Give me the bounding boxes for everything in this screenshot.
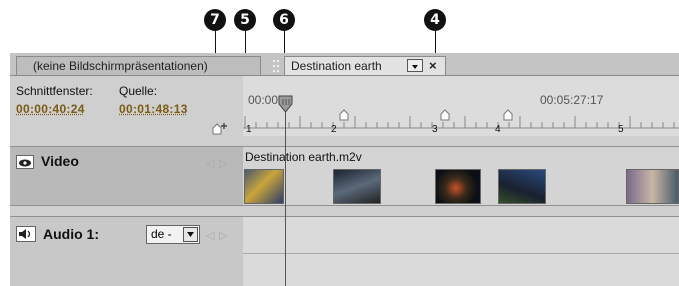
audio-track-header: Audio 1: de - ◁ ▷ xyxy=(10,216,243,286)
panel-grip-icon[interactable] xyxy=(272,59,280,73)
language-dropdown-button[interactable] xyxy=(183,227,198,242)
add-chapter-marker-button[interactable] xyxy=(210,120,230,136)
callout-5: 5 xyxy=(234,9,256,31)
speaker-icon[interactable] xyxy=(16,226,36,242)
tab-close-icon[interactable]: × xyxy=(429,57,437,75)
audio-lane-divider xyxy=(243,253,679,254)
tab-strip: (keine Bildschirmpräsentationen) Destina… xyxy=(10,53,679,76)
callout-4: 4 xyxy=(424,9,446,31)
track-header-panel: Schnittfenster: Quelle: 00:00:40:24 00:0… xyxy=(10,76,243,286)
tab-slideshows[interactable]: (keine Bildschirmpräsentationen) xyxy=(16,56,261,75)
tab-dropdown-button[interactable] xyxy=(407,59,423,72)
video-prev-icon[interactable]: ◁ xyxy=(206,157,214,170)
video-thumbnail-5 xyxy=(626,169,679,204)
video-track-name: Video xyxy=(41,153,79,169)
monitor-label: Schnittfenster: xyxy=(16,84,93,98)
video-track-header: Video ◁ ▷ xyxy=(10,146,243,206)
audio-language-value: de - xyxy=(151,227,172,241)
chapter-marker-plus-icon xyxy=(212,123,227,135)
video-track-lane: Destination earth.m2v xyxy=(243,146,679,206)
audio-track-name: Audio 1: xyxy=(43,226,99,242)
audio-language-select[interactable]: de - xyxy=(146,225,200,244)
video-thumbnail-2 xyxy=(333,169,381,204)
tab-destination-earth[interactable]: Destination earth × xyxy=(284,56,446,75)
monitor-timecode[interactable]: 00:00:40:24 xyxy=(16,102,85,116)
timeline-panel: (keine Bildschirmpräsentationen) Destina… xyxy=(10,53,679,286)
audio-prev-icon[interactable]: ◁ xyxy=(206,229,214,242)
callout-6: 6 xyxy=(273,9,295,31)
chevron-down-icon xyxy=(187,232,194,237)
tab-destination-earth-label: Destination earth xyxy=(291,59,382,73)
tab-slideshows-label: (keine Bildschirmpräsentationen) xyxy=(33,59,208,73)
chevron-down-icon xyxy=(412,65,418,69)
source-label: Quelle: xyxy=(119,84,158,98)
video-clip-name[interactable]: Destination earth.m2v xyxy=(245,150,362,164)
playhead-line xyxy=(285,96,286,286)
playhead-handle[interactable] xyxy=(278,95,293,113)
time-ruler[interactable]: 00:00 00:05:27:17 1 2 3 4 5 xyxy=(243,76,679,136)
audio-track-lane xyxy=(243,216,679,286)
timeline-area: 00:00 00:05:27:17 1 2 3 4 5 Destination … xyxy=(243,76,679,286)
video-thumbnail-4 xyxy=(498,169,546,204)
playhead-icon xyxy=(278,95,293,113)
source-timecode[interactable]: 00:01:48:13 xyxy=(119,102,188,116)
video-thumbnail-1 xyxy=(244,169,284,204)
callout-7: 7 xyxy=(204,9,226,31)
chapter-flags xyxy=(339,109,513,121)
video-next-icon[interactable]: ▷ xyxy=(219,157,227,170)
eye-icon[interactable] xyxy=(16,155,34,169)
video-thumbnail-3 xyxy=(435,169,481,204)
audio-next-icon[interactable]: ▷ xyxy=(219,229,227,242)
